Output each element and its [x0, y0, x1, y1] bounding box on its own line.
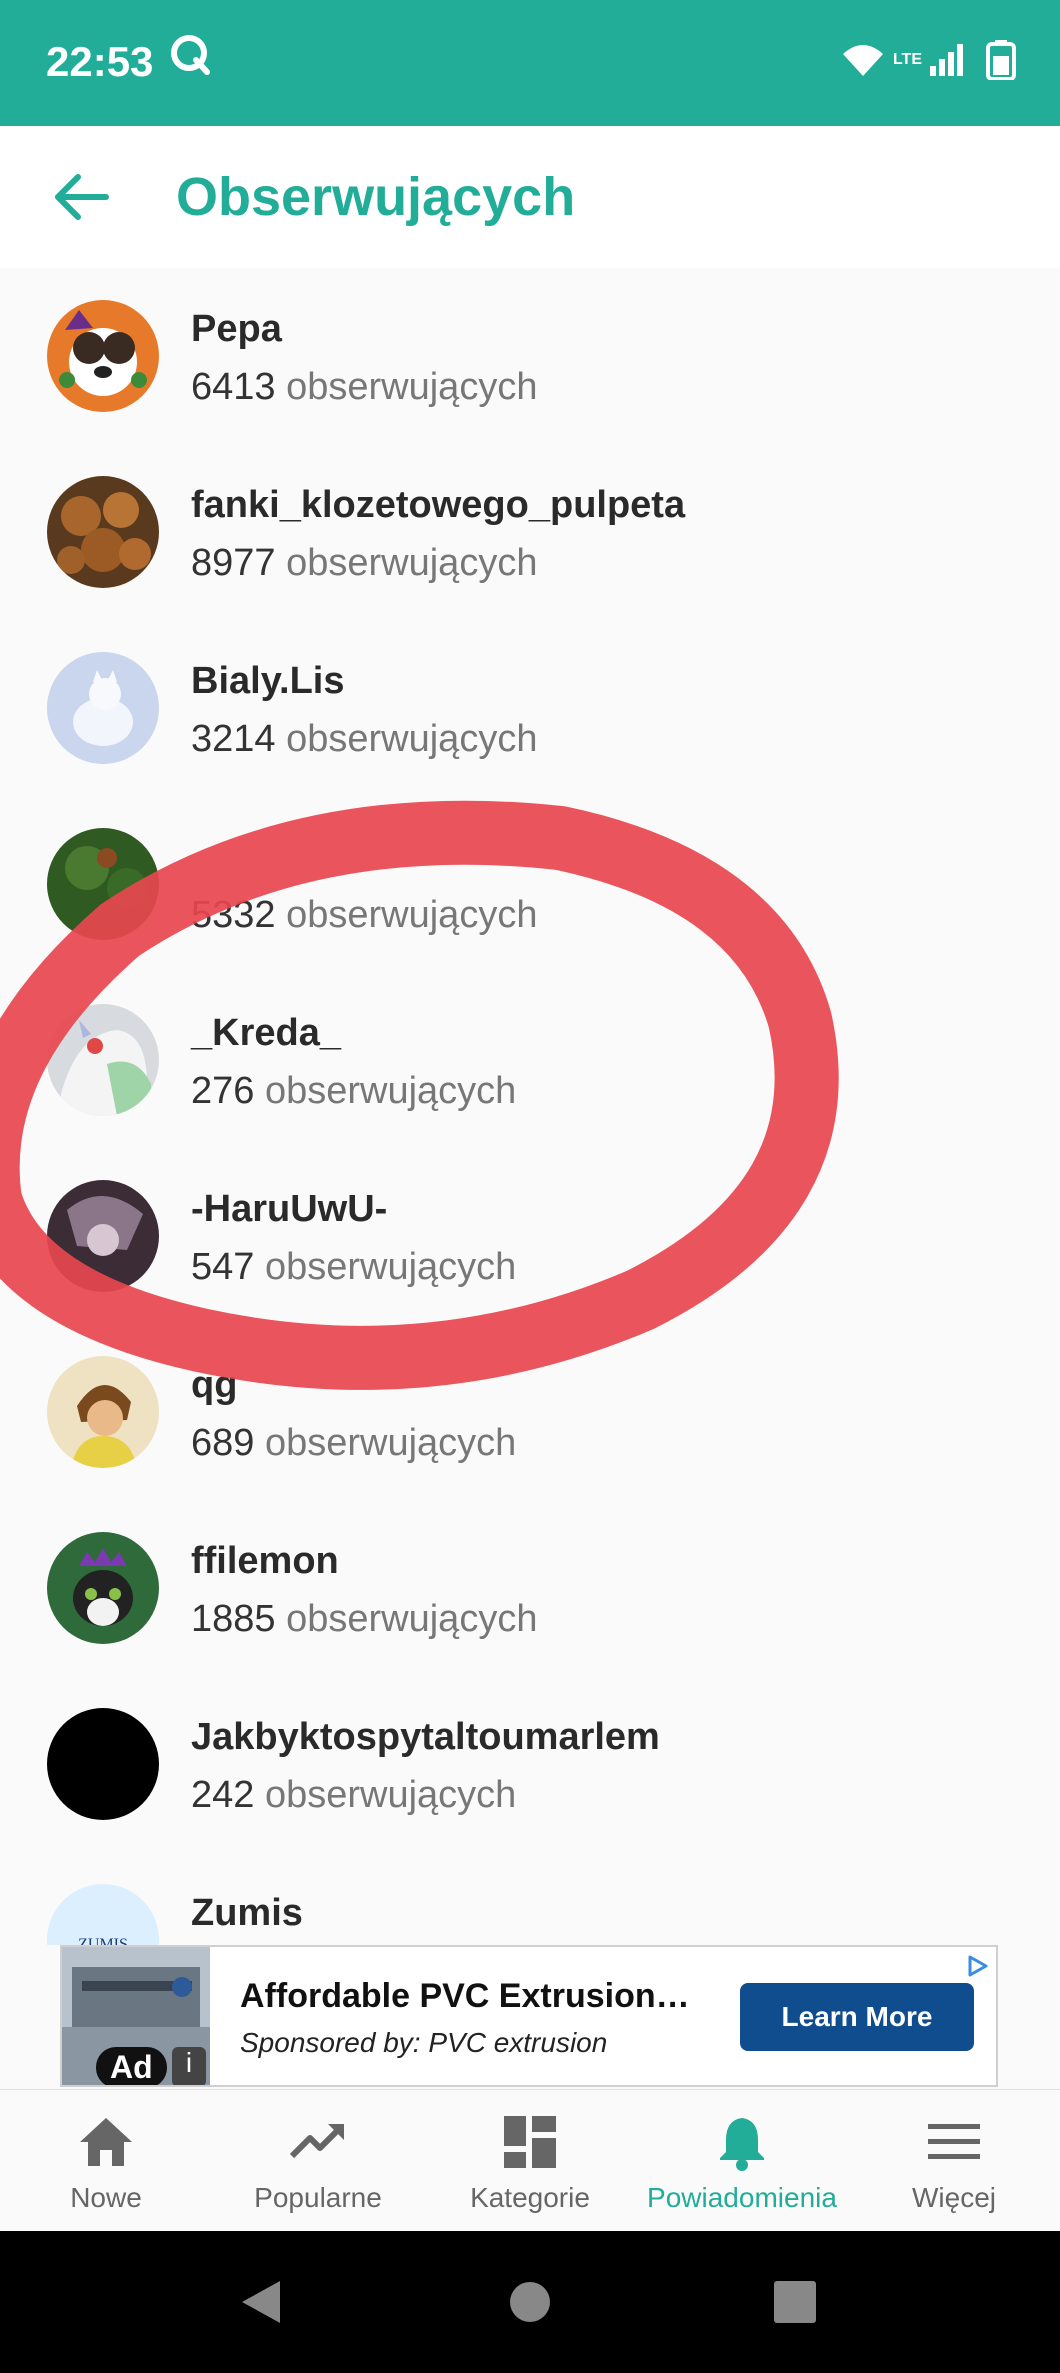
wifi-icon: [842, 45, 883, 76]
follower-name: -HaruUwU-: [191, 1188, 388, 1230]
follower-count: 5332 obserwujących: [191, 894, 538, 936]
nav-label: Kategorie: [470, 2182, 590, 2213]
trending-icon: [289, 2123, 345, 2159]
follower-row[interactable]: qg 689 obserwujących: [0, 1324, 1060, 1500]
follower-list[interactable]: Pepa 6413 obserwujących fanki_klozetoweg…: [0, 268, 1060, 1945]
follower-row[interactable]: ZUMIS Zumis: [0, 1852, 1060, 1945]
ad-banner[interactable]: Ad i Affordable PVC Extrusion… Sponsored…: [60, 1945, 998, 2087]
avatar: [47, 1356, 159, 1468]
nav-item-wiecej[interactable]: Więcej: [848, 2090, 1060, 2232]
network-type-label: LTE: [892, 51, 922, 68]
follower-count: 276 obserwujących: [191, 1070, 517, 1112]
page-title: Obserwujących: [176, 167, 576, 227]
menu-icon: [928, 2124, 980, 2159]
follower-count: 242 obserwujących: [191, 1774, 517, 1816]
status-bar: 22:53 LTE: [0, 0, 1060, 126]
follower-count: 689 obserwujących: [191, 1422, 517, 1464]
bell-icon: [720, 2118, 764, 2171]
app-header: Obserwujących: [0, 126, 1060, 268]
battery-icon: [986, 40, 1016, 80]
avatar: [47, 828, 159, 940]
follower-name: ffilemon: [191, 1540, 339, 1582]
follower-row[interactable]: Pepa 6413 obserwujących: [0, 268, 1060, 444]
home-icon: [80, 2118, 132, 2166]
nav-item-powiadomienia[interactable]: Powiadomienia: [636, 2090, 848, 2232]
system-recents-icon[interactable]: [772, 2277, 818, 2327]
avatar: [47, 1180, 159, 1292]
follower-name: fanki_klozetowego_pulpeta: [191, 484, 686, 526]
signal-icon: [930, 44, 963, 76]
ad-sponsor: Sponsored by: PVC extrusion: [240, 2027, 608, 2058]
status-icons: LTE: [841, 40, 1016, 80]
avatar: ZUMIS: [47, 1884, 159, 1945]
ad-title: Affordable PVC Extrusion…: [240, 1977, 690, 2015]
avatar: [47, 1004, 159, 1116]
avatar: [47, 1532, 159, 1644]
grid-icon: [504, 2116, 556, 2168]
avatar: [47, 476, 159, 588]
follower-count: 547 obserwujących: [191, 1246, 517, 1288]
follower-name: _Kreda_: [191, 1012, 341, 1054]
follower-row[interactable]: -HaruUwU- 547 obserwujących: [0, 1148, 1060, 1324]
ad-learn-more-button[interactable]: Learn More: [740, 1983, 974, 2051]
ad-info-badge[interactable]: i: [172, 2047, 206, 2085]
follower-count: 8977 obserwujących: [191, 542, 538, 584]
follower-row[interactable]: Jakbyktospytaltoumarlem 242 obserwującyc…: [0, 1676, 1060, 1852]
nav-label: Powiadomienia: [647, 2182, 837, 2213]
follower-count: 3214 obserwujących: [191, 718, 538, 760]
system-nav-bar: [0, 2231, 1060, 2373]
ad-choices-icon[interactable]: [964, 1953, 990, 1979]
q-logo-icon: [171, 35, 210, 75]
avatar: [47, 652, 159, 764]
nav-item-popularne[interactable]: Popularne: [212, 2090, 424, 2232]
follower-name: Pepa: [191, 308, 282, 350]
follower-name: Bialy.Lis: [191, 660, 345, 702]
follower-name: Jakbyktospytaltoumarlem: [191, 1716, 660, 1758]
system-home-icon[interactable]: [508, 2277, 552, 2327]
nav-label: Więcej: [911, 2182, 996, 2213]
bottom-nav: Nowe Popularne Kategorie Powiadomienia W…: [0, 2089, 1060, 2232]
follower-name: Zumis: [191, 1892, 303, 1934]
follower-row[interactable]: _Kreda_ 276 obserwujących: [0, 972, 1060, 1148]
ad-badge: Ad: [96, 2047, 167, 2085]
back-arrow-icon[interactable]: [52, 172, 112, 222]
follower-count: 1885 obserwujących: [191, 1598, 538, 1640]
nav-label: Popularne: [254, 2182, 382, 2213]
follower-name: qg: [191, 1364, 238, 1406]
nav-item-nowe[interactable]: Nowe: [0, 2090, 212, 2232]
follower-row[interactable]: Bialy.Lis 3214 obserwujących: [0, 620, 1060, 796]
follower-row[interactable]: 5332 obserwujących: [0, 796, 1060, 972]
avatar: [47, 1708, 159, 1820]
nav-label: Nowe: [70, 2182, 142, 2213]
system-back-icon[interactable]: [236, 2277, 286, 2327]
follower-row[interactable]: fanki_klozetowego_pulpeta 8977 obserwują…: [0, 444, 1060, 620]
avatar-text: ZUMIS: [78, 1936, 128, 1945]
follower-row[interactable]: ffilemon 1885 obserwujących: [0, 1500, 1060, 1676]
nav-item-kategorie[interactable]: Kategorie: [424, 2090, 636, 2232]
status-time: 22:53: [46, 38, 154, 85]
follower-count: 6413 obserwujących: [191, 366, 538, 408]
avatar: [47, 300, 159, 412]
ad-image: Ad i: [62, 1947, 210, 2085]
